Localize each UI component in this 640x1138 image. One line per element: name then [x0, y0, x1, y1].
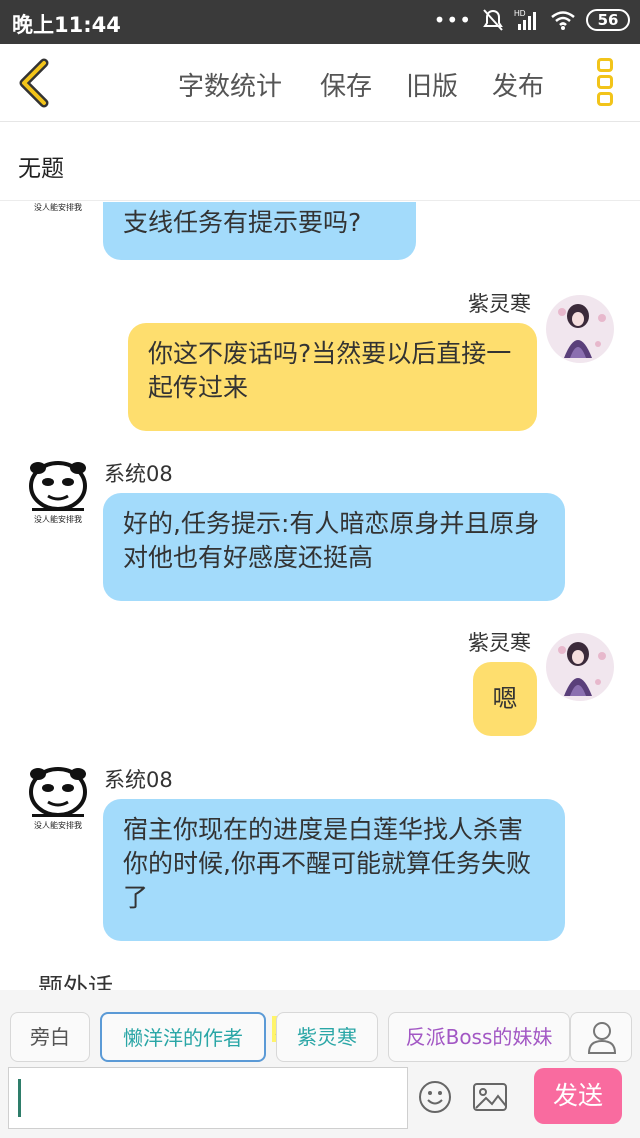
speaker-name: 紫灵寒 [468, 631, 531, 655]
message-input[interactable] [8, 1067, 408, 1129]
avatar: 没人能安排我 [26, 766, 90, 830]
battery-indicator: 56 [586, 9, 630, 31]
role-author-button[interactable]: 懒洋洋的作者 [100, 1012, 266, 1062]
title-bar[interactable]: 无题 [0, 123, 640, 201]
message-bubble: 你这不废话吗?当然要以后直接一起传过来 [128, 323, 537, 431]
wifi-icon [551, 11, 575, 30]
avatar [544, 292, 616, 366]
trailing-text: 题外话 [38, 973, 114, 990]
avatar: 没人能安排我 [26, 460, 90, 524]
add-character-button[interactable] [570, 1012, 632, 1062]
message-bubble: 嗯 [473, 662, 537, 736]
word-count-button[interactable]: 字数统计 [178, 66, 282, 103]
text-caret [18, 1079, 21, 1117]
message-bubble: 支线任务有提示要吗? [103, 202, 416, 260]
mute-bell-icon [483, 9, 503, 31]
avatar-caption: 没人能安排我 [34, 821, 82, 830]
status-time: 晚上11:44 [12, 13, 121, 37]
avatar-caption: 没人能安排我 [34, 515, 82, 524]
emoji-icon[interactable] [418, 1080, 452, 1114]
speaker-name: 系统08 [104, 768, 173, 792]
top-toolbar: 字数统计 保存 旧版 发布 [0, 44, 640, 122]
avatar-caption: 没人能安排我 [34, 203, 82, 212]
status-bar: 晚上11:44 ••• HD 56 [0, 0, 640, 44]
more-dots-icon: ••• [433, 8, 472, 32]
speaker-name: 系统08 [104, 462, 173, 486]
person-icon [587, 1022, 617, 1054]
more-menu-icon[interactable] [594, 58, 616, 110]
send-button[interactable]: 发送 [534, 1068, 622, 1124]
network-type-label: HD [514, 9, 526, 18]
speaker-name: 紫灵寒 [468, 292, 531, 316]
save-button[interactable]: 保存 [320, 66, 372, 103]
message-bubble: 宿主你现在的进度是白莲华找人杀害你的时候,你再不醒可能就算任务失败了 [103, 799, 565, 941]
role-narrator-button[interactable]: 旁白 [10, 1012, 90, 1062]
image-icon[interactable] [472, 1082, 508, 1112]
signal-icon: HD [514, 9, 536, 30]
input-row: 发送 [0, 1062, 640, 1138]
status-icons: ••• HD 56 [434, 8, 630, 32]
back-icon[interactable] [14, 58, 54, 108]
avatar [544, 630, 616, 704]
avatar: 没人能安排我 [26, 202, 90, 214]
anime-girl-avatar-icon [546, 633, 614, 701]
publish-button[interactable]: 发布 [492, 66, 544, 103]
anime-girl-avatar-icon [546, 295, 614, 363]
message-bubble: 好的,任务提示:有人暗恋原身并且原身对他也有好感度还挺高 [103, 493, 565, 601]
story-title[interactable]: 无题 [18, 149, 64, 183]
chat-area[interactable]: 没人能安排我 支线任务有提示要吗? 紫灵寒 你这不废话吗?当然要以后直接一起传过… [0, 202, 640, 990]
role-zilinghan-button[interactable]: 紫灵寒 [276, 1012, 378, 1062]
role-villain-sister-button[interactable]: 反派Boss的妹妹 [388, 1012, 570, 1062]
old-version-button[interactable]: 旧版 [406, 66, 458, 103]
